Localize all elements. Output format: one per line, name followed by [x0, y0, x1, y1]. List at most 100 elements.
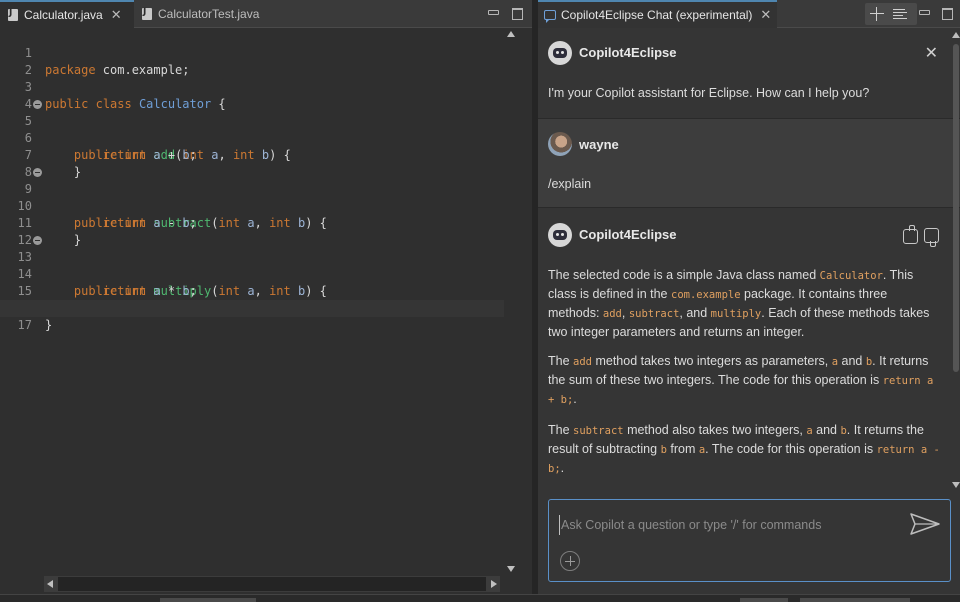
thumbs-up-icon[interactable] — [903, 225, 918, 244]
scroll-up-icon[interactable] — [507, 31, 515, 37]
chat-vertical-scrollbar[interactable] — [952, 30, 960, 490]
message-author: Copilot4Eclipse — [579, 227, 677, 242]
text-span: . The code for this operation is — [705, 442, 877, 456]
code-editor[interactable]: Calculator.java ✕ CalculatorTest.java 1 … — [0, 0, 532, 594]
tab-calculator-java[interactable]: Calculator.java ✕ — [0, 0, 134, 28]
code-line: 2 — [0, 45, 504, 77]
chat-input-box — [548, 499, 951, 582]
copilot-chat-panel: Copilot4Eclipse Chat (experimental) ✕ Co… — [538, 0, 960, 594]
copilot-avatar-icon — [548, 41, 572, 65]
fold-toggle-icon[interactable] — [33, 100, 42, 109]
inline-code: com.example — [671, 289, 741, 301]
code-line: 1 package com.example; — [0, 28, 504, 77]
copilot-avatar-icon — [548, 223, 572, 247]
java-file-icon — [8, 8, 18, 21]
chat-tab-bar: Copilot4Eclipse Chat (experimental) ✕ — [538, 0, 960, 28]
inline-code: subtract — [628, 308, 680, 320]
add-icon[interactable] — [560, 551, 580, 571]
status-segment — [160, 598, 256, 602]
text-span: . — [573, 392, 577, 406]
scrollbar-thumb[interactable] — [58, 577, 486, 591]
code-line: 6 return a + b; — [0, 113, 504, 162]
code-line: 4 — [0, 79, 504, 111]
maximize-icon[interactable] — [941, 7, 953, 20]
text-span: method takes two integers as parameters, — [591, 354, 832, 368]
chat-message-assistant: Copilot4Eclipse ✕ I'm your Copilot assis… — [538, 28, 960, 118]
java-file-icon — [142, 7, 152, 20]
code-line: 10 return a - b; — [0, 181, 504, 230]
code-token: } — [45, 318, 53, 332]
text-span: The — [548, 354, 574, 368]
inline-code: subtract — [573, 425, 624, 437]
editor-tab-bar: Calculator.java ✕ CalculatorTest.java — [0, 0, 532, 28]
editor-horizontal-scrollbar[interactable] — [44, 576, 500, 592]
status-segment — [740, 598, 788, 602]
code-line: 12 — [0, 215, 504, 247]
status-segment — [800, 598, 910, 602]
answer-paragraph: The selected code is a simple Java class… — [548, 266, 940, 341]
tab-calculatortest-java[interactable]: CalculatorTest.java — [134, 0, 274, 28]
text-span: and — [838, 354, 866, 368]
chat-input[interactable] — [559, 515, 899, 535]
scroll-left-icon[interactable] — [47, 580, 53, 588]
code-line: 11 } — [0, 198, 504, 247]
avatar — [548, 132, 572, 156]
text-span: method also takes two integers, — [623, 423, 807, 437]
inline-code: Calculator — [819, 270, 883, 282]
tab-label: CalculatorTest.java — [158, 7, 260, 21]
code-line: 7 } — [0, 130, 504, 179]
inline-code: add — [573, 356, 592, 368]
code-area[interactable]: 1 package com.example; 2 3 public class … — [0, 28, 504, 576]
minimize-icon[interactable] — [918, 7, 930, 19]
code-line: 8 — [0, 147, 504, 179]
close-icon[interactable]: ✕ — [111, 7, 122, 23]
code-line: 15 } — [0, 266, 504, 315]
tab-label: Copilot4Eclipse Chat (experimental) — [561, 8, 753, 22]
fold-toggle-icon[interactable] — [33, 236, 42, 245]
answer-paragraph: The add method takes two integers as par… — [548, 352, 940, 409]
line-number: 17 — [17, 318, 32, 332]
text-span: The — [548, 423, 574, 437]
scroll-down-icon[interactable] — [952, 482, 960, 488]
maximize-icon[interactable] — [511, 7, 523, 20]
chat-message-assistant: Copilot4Eclipse The selected code is a s… — [538, 208, 960, 493]
chat-message-user: wayne /explain — [538, 118, 960, 208]
editor-vertical-scrollbar[interactable] — [504, 28, 518, 576]
answer-paragraph: The subtract method also takes two integ… — [548, 421, 940, 478]
minimize-icon[interactable] — [487, 7, 499, 19]
message-text: /explain — [548, 177, 592, 191]
chat-toolbar — [865, 3, 917, 25]
scroll-down-icon[interactable] — [507, 566, 515, 572]
message-text: I'm your Copilot assistant for Eclipse. … — [548, 86, 870, 100]
tab-label: Calculator.java — [24, 8, 103, 22]
thumbs-down-icon[interactable] — [924, 228, 939, 247]
message-author: wayne — [579, 137, 619, 152]
scroll-right-icon[interactable] — [491, 580, 497, 588]
code-line: 16 } — [0, 283, 504, 332]
text-span: The selected code is a simple Java class… — [548, 268, 820, 282]
text-span: , and — [679, 306, 711, 320]
code-line: 3 public class Calculator { — [0, 62, 504, 111]
message-author: Copilot4Eclipse — [579, 45, 677, 60]
text-span: . — [560, 461, 565, 475]
send-icon[interactable] — [910, 513, 940, 535]
inline-code: multiply — [710, 308, 762, 320]
plus-icon[interactable] — [869, 6, 885, 22]
text-span: , — [621, 306, 629, 320]
inline-code: add — [602, 308, 622, 320]
text-span: and — [812, 423, 841, 437]
current-code-line[interactable]: 17 — [0, 300, 504, 332]
code-line: 9 public int subtract(int a, int b) { — [0, 164, 504, 230]
close-icon[interactable]: ✕ — [925, 43, 938, 63]
close-icon[interactable]: ✕ — [760, 7, 771, 23]
clear-icon[interactable] — [893, 8, 909, 20]
scroll-up-icon[interactable] — [952, 32, 960, 38]
scrollbar-thumb[interactable] — [953, 44, 959, 372]
tab-copilot-chat[interactable]: Copilot4Eclipse Chat (experimental) ✕ — [538, 0, 778, 28]
code-line: 14 return a * b; — [0, 249, 504, 298]
text-span: from — [666, 442, 699, 456]
code-line: 13 public int multiply(int a, int b) { — [0, 232, 504, 298]
fold-toggle-icon[interactable] — [33, 168, 42, 177]
chat-icon — [544, 10, 556, 23]
code-line: 5 public int add(int a, int b) { — [0, 96, 504, 162]
